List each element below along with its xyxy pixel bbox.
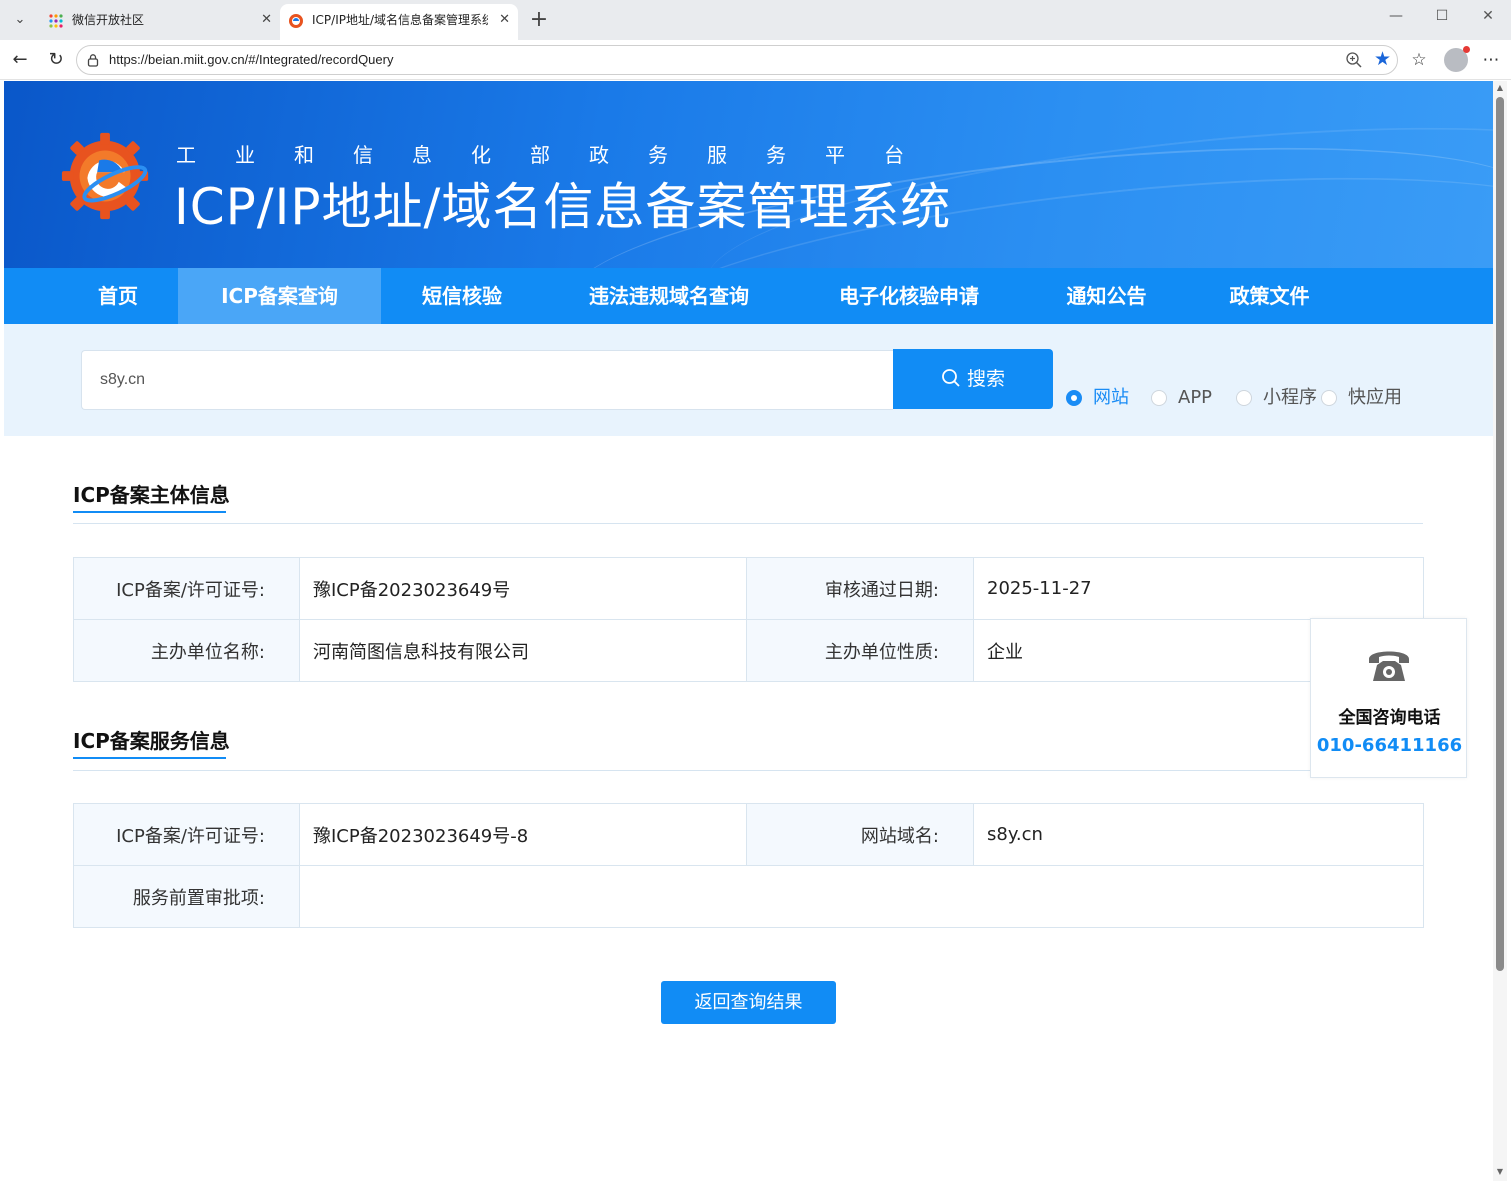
service-license-label: ICP备案/许可证号: <box>73 803 300 866</box>
org-name-value: 河南简图信息科技有限公司 <box>299 619 747 682</box>
approve-date-value: 2025-11-27 <box>973 557 1424 620</box>
header-banner: 工业和信息化部政务服务平台 ICP/IP地址/域名信息备案管理系统 <box>4 81 1493 268</box>
tab-title: 微信开放社区 <box>72 13 145 27</box>
preapproval-value <box>299 865 1424 928</box>
miit-gear-logo-icon <box>61 132 149 220</box>
nav-item-home[interactable]: 首页 <box>64 268 172 324</box>
tab-list-chevron-icon[interactable]: ⌄ <box>8 8 32 32</box>
maximize-icon[interactable]: ☐ <box>1432 8 1452 24</box>
scroll-down-arrow-icon[interactable]: ▼ <box>1495 1167 1505 1176</box>
telephone-icon <box>1369 651 1409 681</box>
subject-info-table: ICP备案/许可证号: 豫ICP备2023023649号 审核通过日期: 202… <box>73 557 1424 682</box>
search-area: s8y.cn 搜索 网站 APP 小程序 快应用 <box>4 324 1493 436</box>
url-text: https://beian.miit.gov.cn/#/Integrated/r… <box>109 52 394 67</box>
service-info-table: ICP备案/许可证号: 豫ICP备2023023649号-8 网站域名: s8y… <box>73 803 1424 928</box>
new-tab-plus-icon[interactable]: + <box>528 6 550 34</box>
domain-label: 网站域名: <box>746 803 974 866</box>
radio-label: 快应用 <box>1348 387 1402 408</box>
favorite-star-icon[interactable]: ★ <box>1374 49 1391 69</box>
wechat-community-favicon-icon <box>49 14 63 28</box>
profile-avatar[interactable] <box>1444 46 1470 72</box>
section-title-underline <box>73 757 226 759</box>
main-nav: 首页 ICP备案查询 短信核验 违法违规域名查询 电子化核验申请 通知公告 政策… <box>4 268 1493 324</box>
scrollbar-thumb[interactable] <box>1496 97 1504 971</box>
more-menu-icon[interactable]: ⋯ <box>1480 49 1502 71</box>
section-divider <box>73 523 1423 524</box>
reload-icon[interactable]: ↻ <box>44 48 68 72</box>
lock-icon <box>87 54 99 67</box>
scroll-up-arrow-icon[interactable]: ▲ <box>1495 83 1505 92</box>
icp-favicon-icon <box>289 14 303 28</box>
table-row: ICP备案/许可证号: 豫ICP备2023023649号-8 网站域名: s8y… <box>73 803 1424 866</box>
section-title-subject: ICP备案主体信息 <box>73 483 230 507</box>
radio-dot <box>1236 390 1252 406</box>
minimize-icon[interactable]: — <box>1386 8 1406 24</box>
table-row: 主办单位名称: 河南简图信息科技有限公司 主办单位性质: 企业 <box>73 619 1424 682</box>
search-button-label: 搜索 <box>966 368 1005 390</box>
radio-label: 小程序 <box>1263 387 1317 408</box>
radio-dot <box>1321 390 1337 406</box>
tab-close-icon[interactable]: ✕ <box>261 4 272 36</box>
service-license-value: 豫ICP备2023023649号-8 <box>299 803 747 866</box>
tab-close-icon[interactable]: ✕ <box>499 4 510 36</box>
nav-item-illegal-domain[interactable]: 违法违规域名查询 <box>559 268 779 324</box>
banner-subtitle: 工业和信息化部政务服务平台 <box>176 143 943 167</box>
radio-label: 网站 <box>1093 387 1129 408</box>
radio-dot <box>1151 390 1167 406</box>
search-icon <box>942 369 960 387</box>
org-name-label: 主办单位名称: <box>73 619 300 682</box>
table-row: 服务前置审批项: <box>73 865 1424 928</box>
page-scrollbar[interactable]: ▲ ▼ <box>1493 81 1507 1181</box>
section-title-underline <box>73 511 226 513</box>
favorites-list-icon[interactable]: ☆ <box>1408 49 1430 71</box>
license-label: ICP备案/许可证号: <box>73 557 300 620</box>
page-viewport: 工业和信息化部政务服务平台 ICP/IP地址/域名信息备案管理系统 首页 ICP… <box>4 81 1493 1181</box>
section-title-service: ICP备案服务信息 <box>73 729 230 753</box>
back-arrow-icon[interactable]: ← <box>8 48 32 72</box>
hotline-panel: 全国咨询电话 010-66411166 <box>1310 618 1467 778</box>
search-button[interactable]: 搜索 <box>893 349 1053 409</box>
license-value: 豫ICP备2023023649号 <box>299 557 747 620</box>
page-title: ICP/IP地址/域名信息备案管理系统 <box>174 178 952 236</box>
search-input[interactable]: s8y.cn <box>81 350 893 410</box>
domain-value: s8y.cn <box>973 803 1424 866</box>
tab-title: ICP/IP地址/域名信息备案管理系统 <box>312 13 488 27</box>
browser-tab-bar: ⌄ 微信开放社区 ✕ ICP/IP地址/域名信息备案管理系统 ✕ + — ☐ ✕ <box>0 0 1511 40</box>
radio-dot <box>1066 390 1082 406</box>
browser-tab-wechat[interactable]: 微信开放社区 ✕ <box>40 4 280 40</box>
nav-item-icp-query[interactable]: ICP备案查询 <box>178 268 381 324</box>
url-field[interactable]: https://beian.miit.gov.cn/#/Integrated/r… <box>76 45 1398 75</box>
approve-date-label: 审核通过日期: <box>746 557 974 620</box>
zoom-icon[interactable] <box>1345 51 1363 69</box>
table-row: ICP备案/许可证号: 豫ICP备2023023649号 审核通过日期: 202… <box>73 557 1424 620</box>
browser-address-bar: ← ↻ https://beian.miit.gov.cn/#/Integrat… <box>0 40 1511 80</box>
nav-item-notices[interactable]: 通知公告 <box>1039 268 1174 324</box>
preapproval-label: 服务前置审批项: <box>73 865 300 928</box>
window-close-icon[interactable]: ✕ <box>1478 8 1498 24</box>
nav-item-sms-verify[interactable]: 短信核验 <box>392 268 532 324</box>
radio-label: APP <box>1178 387 1213 408</box>
browser-tab-icp[interactable]: ICP/IP地址/域名信息备案管理系统 ✕ <box>280 4 518 40</box>
nav-item-e-verify[interactable]: 电子化核验申请 <box>809 268 1009 324</box>
hotline-number[interactable]: 010-66411166 <box>1311 735 1468 756</box>
return-to-results-button[interactable]: 返回查询结果 <box>661 981 836 1024</box>
hotline-label: 全国咨询电话 <box>1338 708 1441 728</box>
section-divider <box>73 770 1423 771</box>
org-type-label: 主办单位性质: <box>746 619 974 682</box>
nav-item-policy[interactable]: 政策文件 <box>1202 268 1337 324</box>
